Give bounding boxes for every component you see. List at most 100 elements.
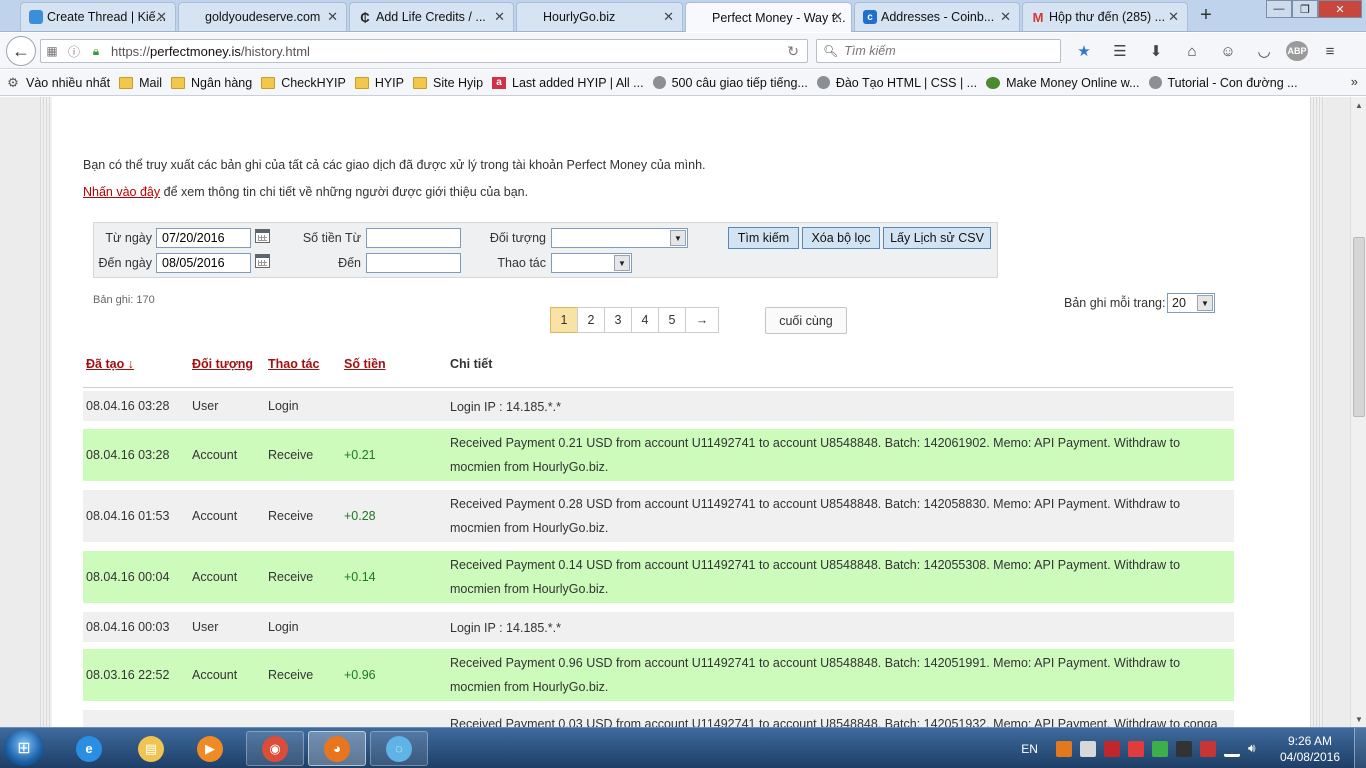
to-date-input[interactable]: 08/05/2016 [156, 253, 251, 273]
close-tab-icon[interactable]: ✕ [494, 9, 505, 25]
amount-from-input[interactable] [366, 228, 461, 248]
vertical-scrollbar[interactable]: ▲ ▼ [1350, 97, 1366, 727]
download-icon[interactable]: ⬇ [1142, 41, 1170, 61]
page-button[interactable]: 2 [577, 307, 605, 333]
media-player-icon: ▶ [197, 735, 223, 762]
taskbar-app[interactable]: ◌ [370, 731, 428, 766]
tab-3[interactable]: ₵ Add Life Credits / ... ✕ [349, 2, 514, 31]
tray-shield-icon[interactable] [1127, 740, 1144, 757]
bookmark-item[interactable]: 500 câu giao tiếp tiếng... [652, 76, 808, 90]
bookmark-item[interactable]: Make Money Online w... [986, 76, 1140, 90]
calendar-icon[interactable] [255, 229, 270, 243]
tab-5[interactable]: Perfect Money - Way t... ✕ [685, 2, 852, 32]
pocket-icon[interactable]: ◡ [1250, 41, 1278, 61]
table-row: 08.04.16 01:53 Account Receive +0.28 Receive… [83, 490, 1234, 543]
tray-v-icon[interactable] [1103, 740, 1120, 757]
per-page-select[interactable]: 20 ▼ [1167, 293, 1215, 313]
reading-list-icon[interactable]: ☰ [1106, 41, 1134, 61]
column-detail: Chi tiết [450, 357, 493, 371]
bookmark-item[interactable]: Tutorial - Con đường ... [1148, 75, 1298, 90]
bookmark-label: Tutorial - Con đường ... [1167, 75, 1298, 90]
bookmark-label: CheckHYIP [281, 75, 346, 90]
close-window-button[interactable]: ✕ [1318, 0, 1362, 18]
reload-icon[interactable]: ↻ [787, 43, 799, 60]
amount-to-input[interactable] [366, 253, 461, 273]
close-tab-icon[interactable]: ✕ [156, 9, 167, 25]
calendar-icon[interactable] [255, 254, 270, 268]
chevron-right-icon[interactable]: » [1351, 74, 1358, 89]
restore-button[interactable]: ❐ [1292, 0, 1318, 18]
close-tab-icon[interactable]: ✕ [663, 9, 674, 25]
bookmark-item[interactable]: a Last added HYIP | All ... [492, 76, 644, 90]
scroll-thumb[interactable] [1353, 237, 1365, 417]
clock[interactable]: 9:26 AM 04/08/2016 [1280, 733, 1340, 765]
new-tab-button[interactable]: + [1196, 4, 1216, 27]
tab-4[interactable]: HourlyGo.biz ✕ [516, 2, 683, 31]
language-indicator[interactable]: EN [1021, 742, 1038, 756]
tray-app-icon[interactable] [1055, 740, 1072, 757]
back-button[interactable]: ← [6, 36, 36, 66]
bookmark-item[interactable]: Site Hyip [413, 76, 483, 90]
from-date-input[interactable]: 07/20/2016 [156, 228, 251, 248]
search-box[interactable]: 🔍︎ [816, 39, 1061, 63]
adblock-icon[interactable]: ABP [1286, 41, 1308, 61]
bookmark-item[interactable]: HYIP [354, 76, 404, 90]
bookmark-item[interactable]: Đào Tạo HTML | CSS | ... [816, 76, 977, 90]
info-icon[interactable]: ⓘ [63, 43, 85, 60]
tray-app-icon[interactable] [1079, 740, 1096, 757]
home-icon[interactable]: ⌂ [1178, 41, 1206, 61]
tray-app-icon[interactable] [1151, 740, 1168, 757]
taskbar-app[interactable]: e [60, 731, 118, 766]
tab-7[interactable]: M Hộp thư đến (285) ... ✕ [1022, 2, 1188, 31]
referral-link[interactable]: Nhấn vào đây [83, 185, 160, 199]
clear-filter-button[interactable]: Xóa bộ lọc [802, 227, 880, 249]
address-bar[interactable]: ▦ ⓘ 🔒︎ https://perfectmoney.is/history.h… [40, 39, 808, 63]
page-button[interactable]: 1 [550, 307, 578, 333]
scroll-up-icon[interactable]: ▲ [1351, 97, 1366, 113]
scroll-down-icon[interactable]: ▼ [1351, 711, 1366, 727]
close-tab-icon[interactable]: ✕ [327, 9, 338, 25]
page-button[interactable]: 3 [604, 307, 632, 333]
start-button[interactable]: ⊞ [4, 730, 44, 766]
bookmark-item[interactable]: CheckHYIP [261, 76, 346, 90]
taskbar-app[interactable]: ◕ [308, 731, 366, 766]
column-operation[interactable]: Thao tác [268, 357, 319, 371]
search-button[interactable]: Tìm kiếm [728, 227, 799, 249]
tray-monitor-icon[interactable] [1175, 740, 1192, 757]
tab-2[interactable]: goldyoudeserve.com ✕ [178, 2, 347, 31]
close-tab-icon[interactable]: ✕ [1000, 9, 1011, 25]
taskbar-app[interactable]: ◉ [246, 731, 304, 766]
row-object: User [192, 398, 219, 413]
column-object[interactable]: Đối tượng [192, 357, 253, 371]
menu-icon[interactable]: ≡ [1316, 41, 1344, 61]
column-created[interactable]: Đã tạo ↓ [86, 357, 134, 371]
tab-1[interactable]: Create Thread | Kiế... ✕ [20, 2, 176, 31]
network-signal-icon[interactable] [1223, 741, 1240, 757]
chat-icon[interactable]: ☺ [1214, 41, 1242, 61]
next-page-button[interactable]: → [685, 307, 719, 333]
tab-6[interactable]: c Addresses - Coinb... ✕ [854, 2, 1020, 31]
page-button[interactable]: 5 [658, 307, 686, 333]
csv-export-button[interactable]: Lấy Lịch sử CSV [883, 227, 991, 249]
last-page-button[interactable]: cuối cùng [765, 307, 847, 334]
blank-page-icon [187, 10, 201, 24]
close-tab-icon[interactable]: ✕ [1168, 9, 1179, 25]
bookmark-item[interactable]: ⚙ Vào nhiều nhất [6, 75, 110, 90]
object-select[interactable]: ▼ [551, 228, 688, 248]
operation-select[interactable]: ▼ [551, 253, 632, 273]
row-object: User [192, 619, 219, 634]
page-button[interactable]: 4 [631, 307, 659, 333]
taskbar-app[interactable]: ▤ [122, 731, 180, 766]
minimize-button[interactable]: — [1266, 0, 1292, 18]
column-amount[interactable]: Số tiền [344, 357, 386, 371]
volume-icon[interactable]: 🔊︎ [1248, 741, 1264, 757]
bookmark-item[interactable]: Ngân hàng [171, 76, 252, 90]
bookmark-star-icon[interactable]: ★ [1070, 41, 1098, 61]
url-text[interactable]: https://perfectmoney.is/history.html [111, 44, 310, 59]
taskbar-app[interactable]: ▶ [181, 731, 239, 766]
tray-flag-icon[interactable] [1199, 740, 1216, 757]
bookmark-item[interactable]: Mail [119, 76, 162, 90]
close-tab-icon[interactable]: ✕ [832, 9, 843, 25]
show-desktop-button[interactable] [1354, 728, 1366, 768]
search-input[interactable] [844, 44, 1045, 58]
